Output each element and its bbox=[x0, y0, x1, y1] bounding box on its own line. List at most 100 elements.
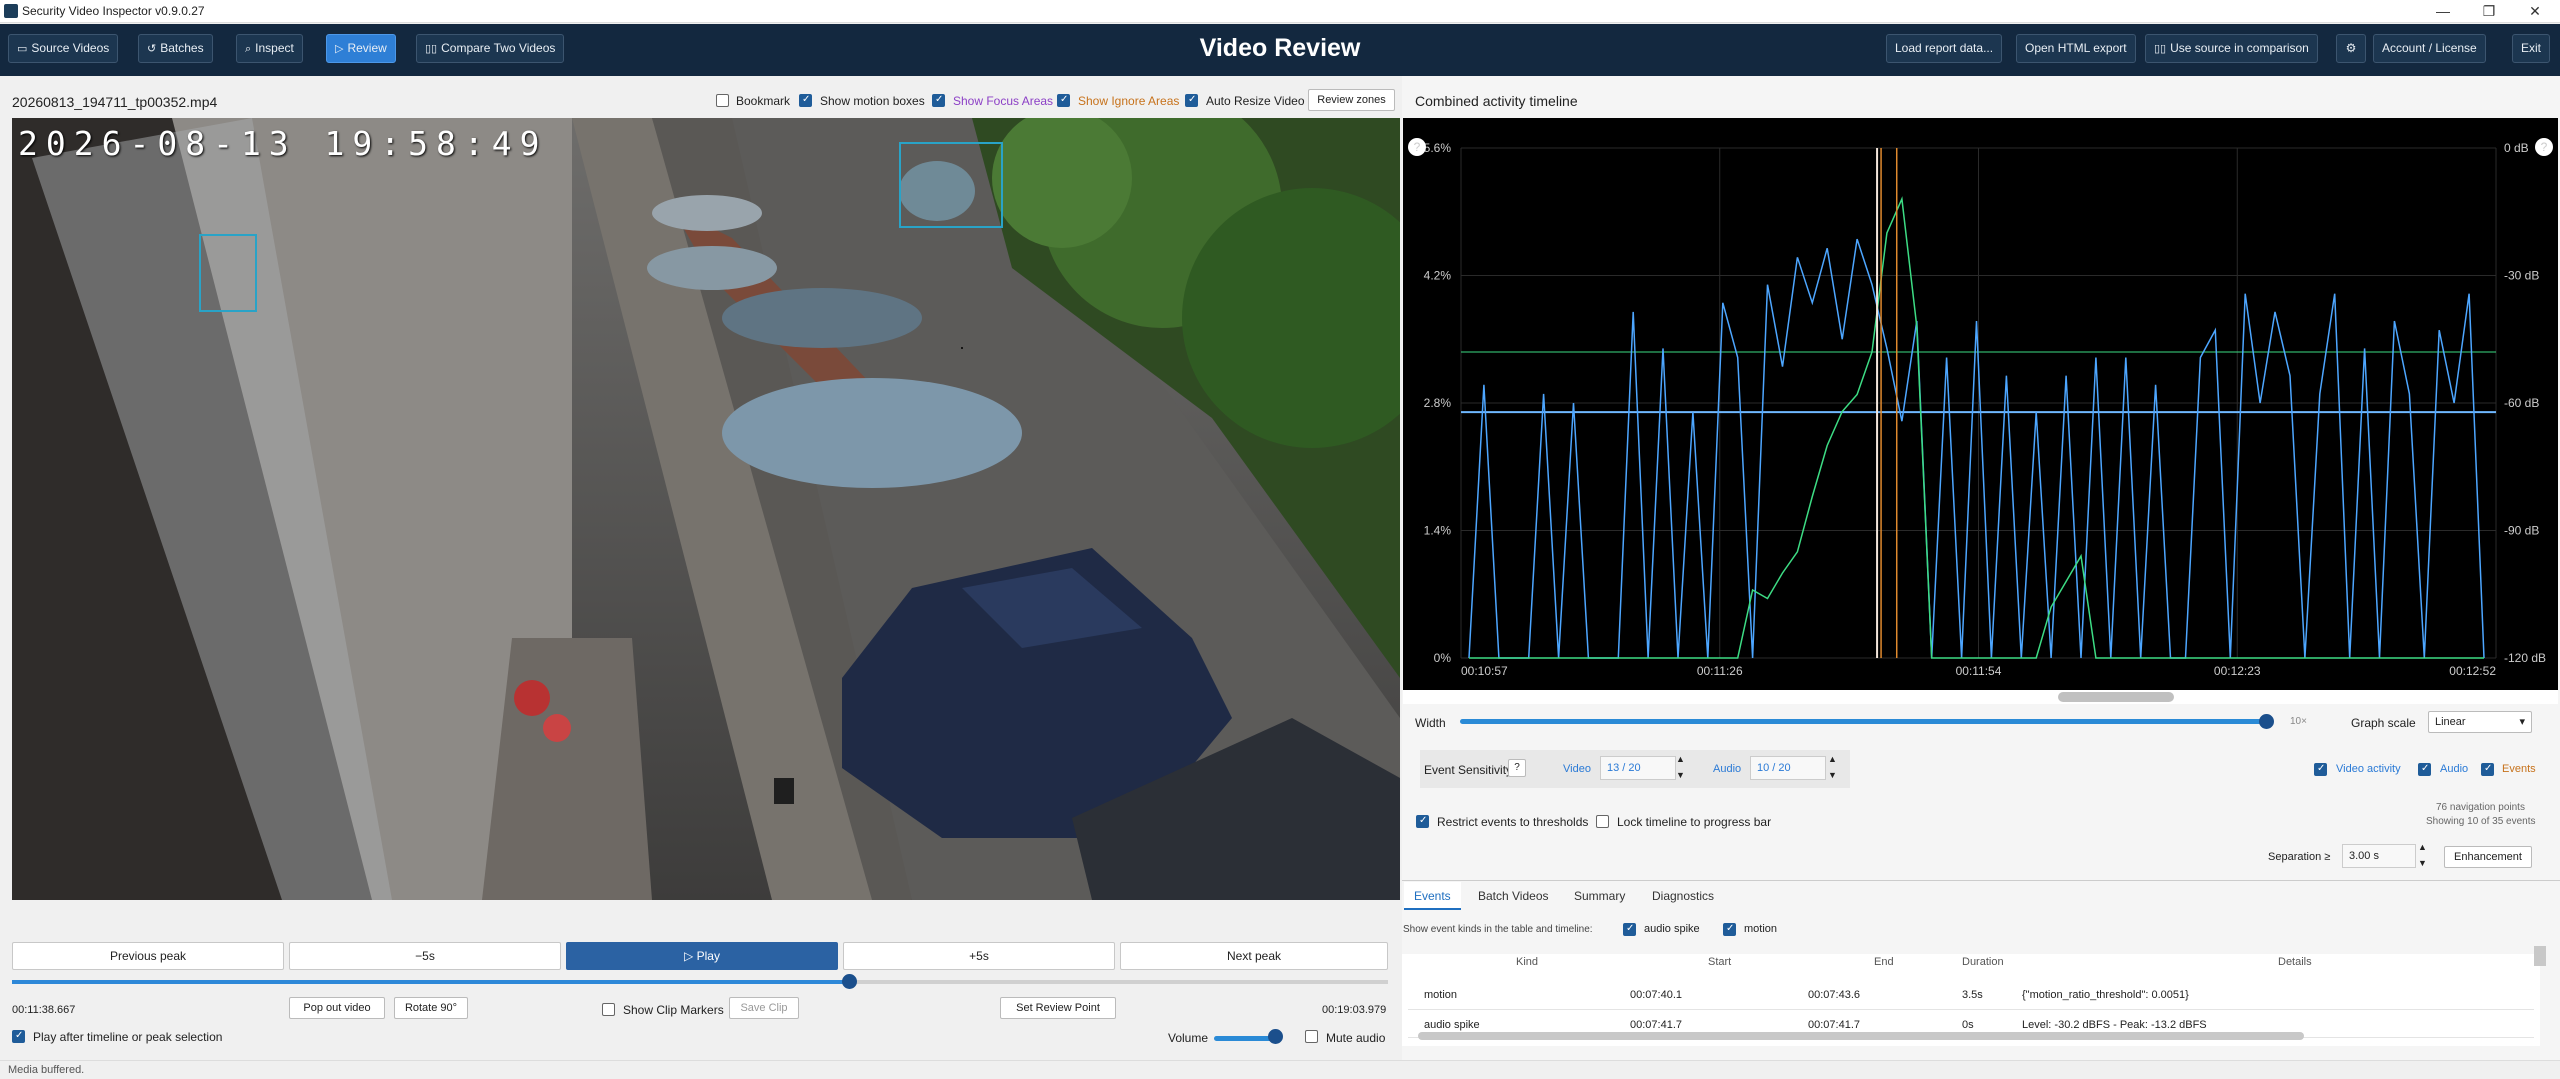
play-after-selection-checkbox[interactable] bbox=[12, 1030, 25, 1043]
open-html-export-button[interactable]: Open HTML export bbox=[2016, 34, 2136, 63]
column-header-details[interactable]: Details bbox=[2278, 956, 2312, 968]
next-peak-button[interactable]: Next peak bbox=[1120, 942, 1388, 970]
column-header-end[interactable]: End bbox=[1874, 956, 1894, 968]
compare-two-videos-button[interactable]: ▯▯ Compare Two Videos bbox=[416, 34, 565, 63]
cell-start: 00:07:41.7 bbox=[1630, 1019, 1682, 1031]
cell-start: 00:07:40.1 bbox=[1630, 989, 1682, 1001]
restrict-events-checkbox[interactable] bbox=[1416, 815, 1429, 828]
table-hscrollbar[interactable] bbox=[1418, 1032, 2304, 1040]
column-header-start[interactable]: Start bbox=[1708, 956, 1731, 968]
exit-button[interactable]: Exit bbox=[2512, 34, 2551, 63]
use-source-in-comparison-button[interactable]: ▯▯ Use source in comparison bbox=[2145, 34, 2318, 63]
review-zones-button[interactable]: Review zones bbox=[1308, 89, 1395, 111]
audio-sensitivity-down[interactable]: ▼ bbox=[1828, 770, 1837, 780]
set-review-point-button[interactable]: Set Review Point bbox=[1000, 997, 1116, 1019]
tab-events[interactable]: Events bbox=[1404, 882, 1461, 910]
chart-help-right-icon: ? bbox=[2541, 140, 2548, 154]
tabs-divider bbox=[1402, 880, 2560, 881]
lock-timeline-checkbox[interactable] bbox=[1596, 815, 1609, 828]
bookmark-label: Bookmark bbox=[736, 94, 791, 108]
show-ignore-areas-checkbox[interactable] bbox=[1057, 94, 1070, 107]
video-sensitivity-up[interactable]: ▲ bbox=[1676, 754, 1685, 764]
activity-timeline-chart[interactable]: 5.6% 0 dB 4.2% -30 dB 2.8% -60 dB 1.4% -90 dB 0%… bbox=[1403, 118, 2558, 704]
play-button[interactable]: ▷ Play bbox=[566, 942, 838, 970]
separation-spinbox[interactable]: 3.00 s bbox=[2342, 844, 2416, 868]
event-sensitivity-label: Event Sensitivity bbox=[1424, 763, 1513, 777]
auto-resize-video-label: Auto Resize Video bbox=[1206, 94, 1305, 108]
audio-spike-filter-checkbox[interactable] bbox=[1623, 923, 1636, 936]
width-label: Width bbox=[1415, 716, 1446, 730]
column-header-duration[interactable]: Duration bbox=[1962, 956, 2004, 968]
back-5s-button[interactable]: −5s bbox=[289, 942, 561, 970]
audio-sensitivity-label: Audio bbox=[1713, 763, 1742, 775]
y-left-tick-label: 4.2% bbox=[1424, 269, 1452, 283]
timeline-scrollbar[interactable] bbox=[1403, 690, 2558, 704]
y-left-tick-label: 2.8% bbox=[1424, 396, 1452, 410]
video-activity-checkbox[interactable] bbox=[2314, 763, 2327, 776]
cell-kind: motion bbox=[1424, 989, 1458, 1001]
audio-sensitivity-up[interactable]: ▲ bbox=[1828, 754, 1837, 764]
volume-slider-handle[interactable] bbox=[1268, 1029, 1283, 1044]
tab-batch-videos[interactable]: Batch Videos bbox=[1468, 882, 1559, 910]
pop-out-video-button[interactable]: Pop out video bbox=[289, 997, 385, 1019]
video-frame bbox=[12, 118, 1400, 900]
account-license-button[interactable]: Account / License bbox=[2373, 34, 2486, 63]
save-clip-button[interactable]: Save Clip bbox=[729, 997, 799, 1019]
separation-down[interactable]: ▼ bbox=[2418, 858, 2427, 868]
auto-resize-video-checkbox[interactable] bbox=[1185, 94, 1198, 107]
close-window-button[interactable]: ✕ bbox=[2512, 0, 2558, 23]
show-motion-boxes-checkbox[interactable] bbox=[799, 94, 812, 107]
batches-button[interactable]: ↺ Batches bbox=[138, 34, 213, 63]
previous-peak-button[interactable]: Previous peak bbox=[12, 942, 284, 970]
rotate-button[interactable]: Rotate 90° bbox=[394, 997, 468, 1019]
y-right-tick-label: -60 dB bbox=[2504, 396, 2539, 410]
maximize-button[interactable]: ❐ bbox=[2466, 0, 2512, 23]
width-slider-handle[interactable] bbox=[2259, 714, 2274, 729]
separation-up[interactable]: ▲ bbox=[2418, 842, 2427, 852]
timeline-scrollbar-thumb[interactable] bbox=[2058, 692, 2174, 702]
y-left-tick-label: 1.4% bbox=[1424, 524, 1452, 538]
table-vscrollbar[interactable] bbox=[2534, 946, 2546, 966]
audio-checkbox[interactable] bbox=[2418, 763, 2431, 776]
audio-spike-filter-label: audio spike bbox=[1644, 923, 1700, 935]
events-checkbox[interactable] bbox=[2481, 763, 2494, 776]
separation-label: Separation ≥ bbox=[2268, 851, 2331, 863]
cell-end: 00:07:43.6 bbox=[1808, 989, 1860, 1001]
show-clip-markers-label: Show Clip Markers bbox=[623, 1003, 724, 1017]
play-after-selection-label: Play after timeline or peak selection bbox=[33, 1030, 223, 1044]
video-sensitivity-down[interactable]: ▼ bbox=[1676, 770, 1685, 780]
chart-svg: 5.6% 0 dB 4.2% -30 dB 2.8% -60 dB 1.4% -90 dB 0%… bbox=[1408, 138, 2553, 678]
main-toolbar: ▭ Source Videos ↺ Batches ⌕ Inspect ▷ Review… bbox=[0, 24, 2560, 76]
play-icon: ▷ bbox=[684, 949, 697, 963]
settings-button[interactable]: ⚙ bbox=[2336, 34, 2366, 63]
source-videos-button[interactable]: ▭ Source Videos bbox=[8, 34, 119, 63]
load-report-button[interactable]: Load report data... bbox=[1886, 34, 2003, 63]
graph-scale-select[interactable]: Linear ▾ bbox=[2428, 711, 2532, 733]
columns-icon: ▯▯ bbox=[2154, 43, 2167, 55]
minimize-button[interactable]: — bbox=[2420, 0, 2466, 23]
status-text: Media buffered. bbox=[8, 1064, 85, 1076]
enhancement-button[interactable]: Enhancement bbox=[2444, 846, 2532, 868]
video-player[interactable] bbox=[12, 118, 1400, 900]
mute-audio-checkbox[interactable] bbox=[1305, 1030, 1318, 1043]
width-slider[interactable] bbox=[1460, 719, 2268, 724]
seek-bar-handle[interactable] bbox=[842, 974, 857, 989]
review-button[interactable]: ▷ Review bbox=[326, 34, 396, 63]
window-title: Security Video Inspector v0.9.0.27 bbox=[22, 4, 205, 18]
forward-5s-button[interactable]: +5s bbox=[843, 942, 1115, 970]
x-tick-label: 00:11:26 bbox=[1697, 664, 1743, 678]
motion-filter-checkbox[interactable] bbox=[1723, 923, 1736, 936]
tab-diagnostics[interactable]: Diagnostics bbox=[1642, 882, 1724, 910]
show-focus-areas-checkbox[interactable] bbox=[932, 94, 945, 107]
current-time: 00:11:38.667 bbox=[12, 1004, 76, 1016]
x-tick-label: 00:12:52 bbox=[2449, 664, 2496, 678]
mute-audio-label: Mute audio bbox=[1326, 1031, 1386, 1045]
column-header-kind[interactable]: Kind bbox=[1516, 956, 1538, 968]
tab-summary[interactable]: Summary bbox=[1564, 882, 1635, 910]
video-sensitivity-spinbox[interactable]: 13 / 20 bbox=[1600, 756, 1676, 780]
show-clip-markers-checkbox[interactable] bbox=[602, 1003, 615, 1016]
bookmark-checkbox[interactable] bbox=[716, 94, 729, 107]
sensitivity-help-button[interactable]: ? bbox=[1508, 759, 1526, 777]
audio-sensitivity-spinbox[interactable]: 10 / 20 bbox=[1750, 756, 1826, 780]
inspect-button[interactable]: ⌕ Inspect bbox=[236, 34, 303, 63]
